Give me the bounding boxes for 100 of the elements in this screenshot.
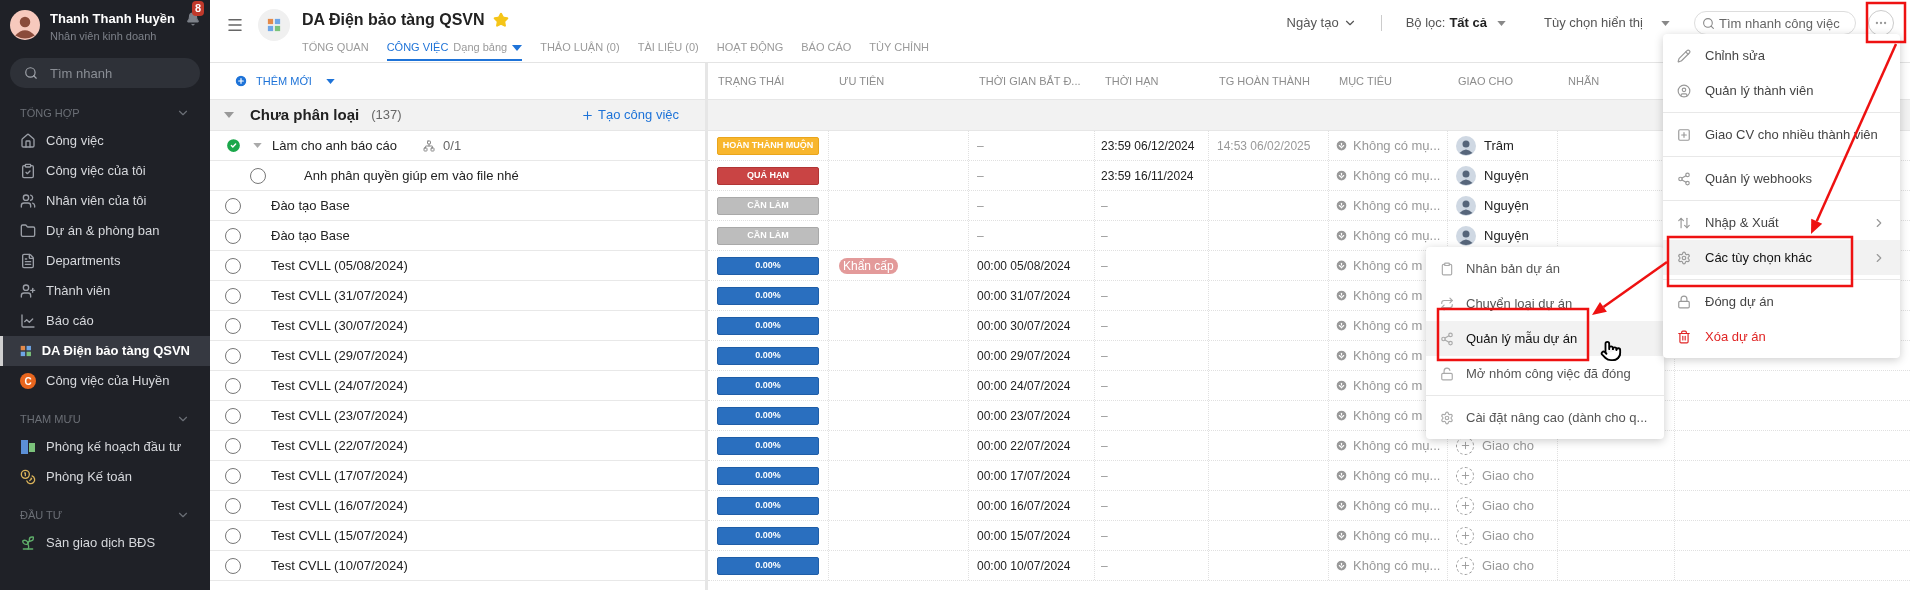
sidebar-item[interactable]: Dự án & phòng ban (0, 216, 210, 246)
start-time: 00:00 16/07/2024 (977, 497, 1071, 515)
start-time: 00:00 29/07/2024 (977, 347, 1071, 365)
status-badge[interactable]: 0.00% (717, 256, 819, 275)
column-header: GIAO CHO (1457, 73, 1514, 89)
sidebar-item[interactable]: Thành viên (0, 276, 210, 306)
sidebar-item[interactable]: Công việc của tôi (0, 156, 210, 186)
star-icon[interactable] (492, 12, 509, 28)
sidebar-item[interactable]: Báo cáo (0, 306, 210, 336)
column-header: ƯU TIÊN (838, 73, 886, 89)
goal-icon (1335, 289, 1348, 302)
letter-avatar: C (20, 373, 36, 389)
task-name[interactable]: Test CVLL (05/08/2024) (271, 255, 408, 276)
chart-icon (20, 313, 36, 329)
menu-item[interactable]: Các tùy chọn khác (1663, 240, 1900, 275)
sidebar-item[interactable]: Phòng Kế toán (0, 462, 210, 492)
share-icon (1440, 331, 1454, 346)
sidebar-item[interactable]: C Công việc của Huyền (0, 366, 210, 396)
status-badge[interactable]: 0.00% (717, 376, 819, 395)
status-badge[interactable]: 0.00% (717, 346, 819, 365)
task-name[interactable]: Test CVLL (24/07/2024) (271, 375, 408, 396)
menu-item[interactable]: Quản lý mẫu dự án (1426, 321, 1664, 356)
sprout-icon (20, 535, 36, 551)
assignee-avatar (1456, 165, 1476, 186)
grid-icon (20, 343, 32, 359)
bell-icon[interactable] (186, 12, 200, 26)
deadline: – (1101, 347, 1108, 365)
search-field[interactable]: Tìm nhanh công việc (1694, 11, 1856, 35)
add-new-button[interactable]: THÊM MỚI (234, 72, 335, 90)
task-name[interactable]: Làm cho anh báo cáo (272, 135, 398, 156)
assignee-avatar (1456, 135, 1476, 156)
sidebar-item[interactable]: DA Điện bảo tàng QSVN (0, 336, 210, 366)
assignee-name[interactable]: Nguyện (1484, 195, 1529, 216)
section-title: THAM MƯU (20, 411, 81, 427)
task-name[interactable]: Test CVLL (17/07/2024) (271, 465, 408, 486)
deadline: – (1101, 257, 1108, 275)
filter-dropdown[interactable]: Bộ lọc: Tất cả (1405, 13, 1506, 33)
task-name[interactable]: Đào tạo Base (271, 225, 350, 246)
lock-icon (1677, 294, 1691, 309)
status-badge[interactable]: QUÁ HẠN (717, 166, 819, 185)
column-header: TG HOÀN THÀNH (1218, 73, 1311, 89)
goal-icon (1335, 409, 1348, 422)
menu-item[interactable]: Chuyển loại dự án (1426, 286, 1664, 321)
menu-item[interactable]: Chỉnh sửa (1663, 38, 1900, 73)
menu-item[interactable]: Xóa dự án (1663, 319, 1900, 354)
goal-icon (1335, 499, 1348, 512)
assignee-name[interactable]: Nguyện (1484, 225, 1529, 246)
task-name[interactable]: Test CVLL (22/07/2024) (271, 435, 408, 456)
assignee-name[interactable]: Trâm (1484, 135, 1514, 156)
search-field[interactable]: Tìm nhanh (10, 58, 200, 88)
status-badge[interactable]: 0.00% (717, 556, 819, 575)
sidebar-item[interactable]: Công việc (0, 126, 210, 156)
task-name[interactable]: Test CVLL (29/07/2024) (271, 345, 408, 366)
status-badge[interactable]: 0.00% (717, 436, 819, 455)
plus-square-icon (1677, 127, 1691, 142)
menu-item[interactable]: Quản lý thành viên (1663, 73, 1900, 108)
menu-item[interactable]: Nhập & Xuất (1663, 205, 1900, 240)
status-badge[interactable]: 0.00% (717, 316, 819, 335)
status-badge[interactable]: 0.00% (717, 286, 819, 305)
sidebar-item[interactable]: Nhân viên của tôi (0, 186, 210, 216)
start-time: 00:00 15/07/2024 (977, 527, 1071, 545)
goal-icon (1335, 439, 1348, 452)
task-name[interactable]: Đào tạo Base (271, 195, 350, 216)
caret-icon[interactable] (224, 112, 234, 118)
menu-item[interactable]: Cài đặt nâng cao (dành cho q... (1426, 400, 1664, 435)
sidebar-item[interactable]: Sàn giao dịch BĐS (0, 528, 210, 558)
sidebar-item[interactable]: Phòng kế hoạch đầu tư (0, 432, 210, 462)
deadline: – (1101, 407, 1108, 425)
sidebar-item[interactable]: Departments (0, 246, 210, 276)
done-checkbox[interactable] (225, 137, 242, 154)
goal-icon (1335, 379, 1348, 392)
status-badge[interactable]: 0.00% (717, 526, 819, 545)
start-time: 00:00 24/07/2024 (977, 377, 1071, 395)
menu-icon[interactable] (226, 16, 244, 34)
goal-icon (1335, 259, 1348, 272)
task-name[interactable]: Test CVLL (10/07/2024) (271, 555, 408, 576)
status-badge[interactable]: 0.00% (717, 466, 819, 485)
menu-item[interactable]: Quản lý webhooks (1663, 161, 1900, 196)
display-options-dropdown[interactable]: Tùy chọn hiển thị (1544, 13, 1670, 33)
sort-dropdown[interactable]: Ngày tạo (1286, 13, 1357, 33)
task-name[interactable]: Anh phân quyền giúp em vào file nhé (304, 165, 519, 186)
user-avatar (10, 10, 40, 40)
task-name[interactable]: Test CVLL (15/07/2024) (271, 525, 408, 546)
hand-cursor-icon (1600, 340, 1622, 362)
tab[interactable]: CÔNG VIỆC Dạng bảng (386, 36, 523, 61)
status-badge[interactable]: 0.00% (717, 406, 819, 425)
task-name[interactable]: Test CVLL (16/07/2024) (271, 495, 408, 516)
task-name[interactable]: Test CVLL (23/07/2024) (271, 405, 408, 426)
assignee-name[interactable]: Nguyện (1484, 165, 1529, 186)
menu-item[interactable]: Nhân bản dự án (1426, 251, 1664, 286)
task-name[interactable]: Test CVLL (31/07/2024) (271, 285, 408, 306)
menu-item[interactable]: Đóng dự án (1663, 284, 1900, 319)
user-role: Nhân viên kinh doanh (50, 29, 158, 44)
task-name[interactable]: Test CVLL (30/07/2024) (271, 315, 408, 336)
menu-item[interactable]: Mở nhóm công việc đã đóng (1426, 356, 1664, 391)
create-task-button[interactable]: Tạo công việc (581, 105, 679, 125)
status-badge[interactable]: 0.00% (717, 496, 819, 515)
start-time: – (977, 167, 984, 185)
deadline: – (1101, 497, 1108, 515)
caret-icon[interactable] (252, 143, 262, 148)
